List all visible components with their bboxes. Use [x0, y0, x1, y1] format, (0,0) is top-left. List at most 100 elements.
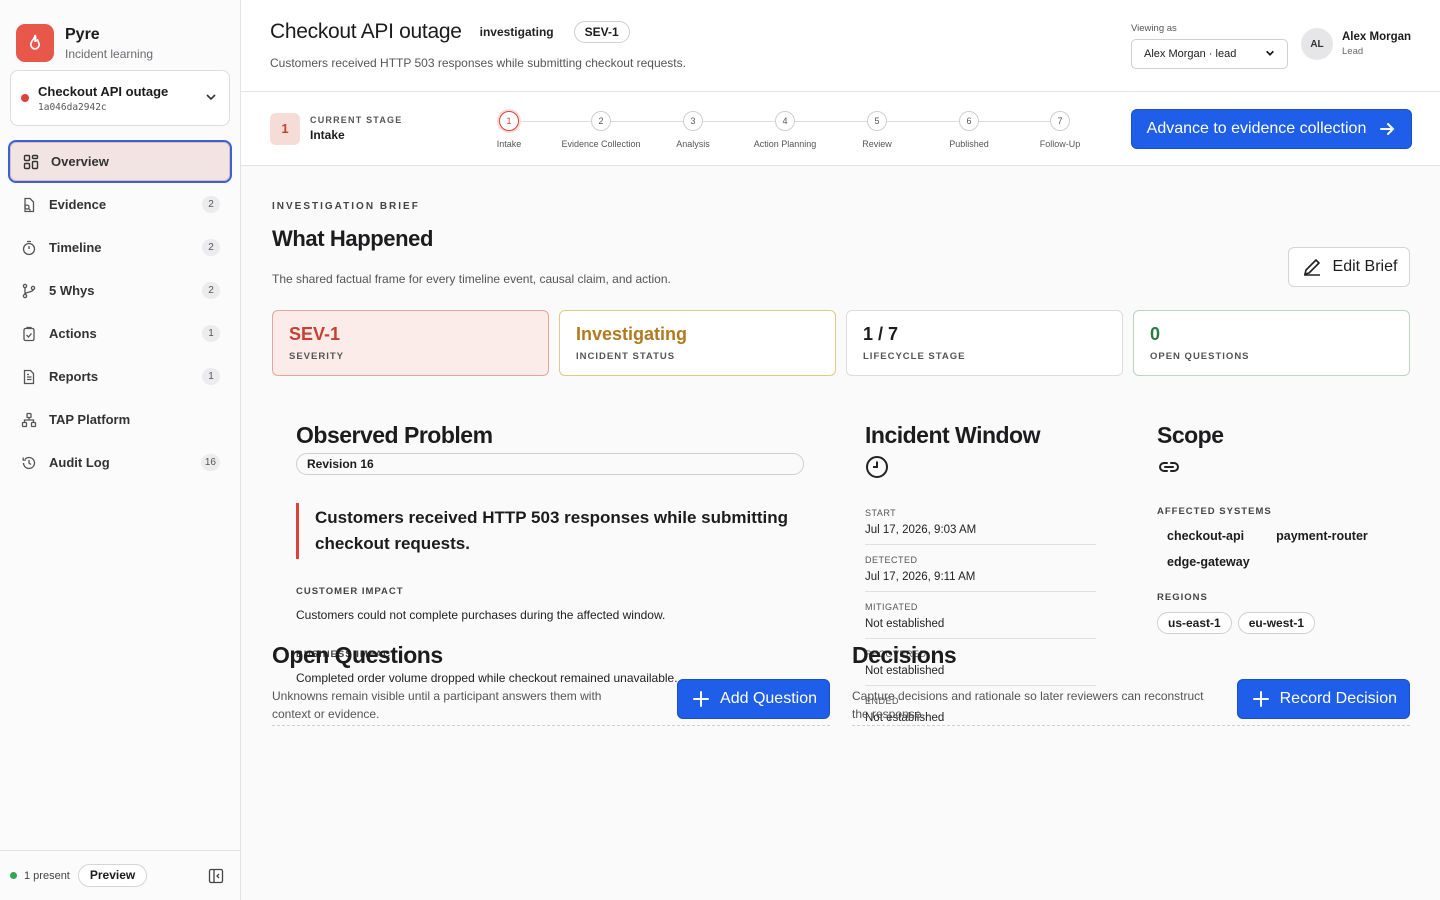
- branch-icon: [20, 282, 38, 300]
- user-name: Alex Morgan: [1342, 31, 1412, 43]
- presence-dot: [10, 872, 17, 879]
- step-label: Action Planning: [753, 139, 817, 149]
- window-row-mitigated: MITIGATED Not established: [865, 592, 1096, 639]
- incident-status-dot: [21, 94, 29, 102]
- customer-impact-label: CUSTOMER IMPACT: [296, 586, 404, 597]
- sidebar-item-audit-log[interactable]: Audit Log 16: [8, 441, 232, 484]
- sidebar-item-label: Audit Log: [49, 455, 110, 470]
- user-profile[interactable]: AL Alex Morgan Lead: [1301, 28, 1411, 60]
- scope-panel: Scope AFFECTED SYSTEMS checkout-api paym…: [1157, 422, 1397, 634]
- stat-value: 1 / 7: [863, 324, 899, 344]
- window-label: START: [865, 508, 897, 518]
- stage-number-badge: 1: [270, 113, 300, 145]
- stat-label: SEVERITY: [289, 351, 344, 362]
- window-value: Not established: [865, 618, 945, 630]
- step-circle: 5: [867, 111, 887, 131]
- sidebar-item-label: Reports: [49, 369, 99, 384]
- sidebar-item-label: Evidence: [49, 197, 107, 212]
- customer-impact-text: Customers could not complete purchases d…: [296, 608, 666, 622]
- step-intake[interactable]: 1 Intake: [464, 110, 554, 149]
- severity-card: SEV-1 SEVERITY: [272, 310, 549, 376]
- sidebar-item-reports[interactable]: Reports 1: [8, 355, 232, 398]
- link-icon: [1157, 455, 1397, 482]
- step-circle: 3: [683, 111, 703, 131]
- section-subtitle: Capture decisions and rationale so later…: [852, 689, 1204, 721]
- section-title: Open Questions: [272, 642, 443, 668]
- step-label: Follow-Up: [1039, 139, 1081, 149]
- lifecycle-stage-card: 1 / 7 LIFECYCLE STAGE: [846, 310, 1123, 376]
- affected-systems-label: AFFECTED SYSTEMS: [1157, 506, 1272, 517]
- brand-name: Pyre: [65, 25, 100, 43]
- avatar: AL: [1301, 28, 1333, 60]
- sidebar-item-label: 5 Whys: [49, 283, 95, 298]
- section-eyebrow: INVESTIGATION BRIEF: [272, 201, 420, 212]
- step-circle: 7: [1050, 111, 1070, 131]
- nav-count-badge: 2: [202, 196, 220, 213]
- flame-icon: [16, 24, 54, 62]
- add-question-button[interactable]: Add Question: [677, 679, 830, 719]
- chevron-down-icon: [205, 91, 217, 106]
- sidebar-item-timeline[interactable]: Timeline 2: [8, 226, 232, 269]
- sidebar-item-label: TAP Platform: [49, 412, 131, 427]
- stat-value: 0: [1150, 324, 1161, 344]
- stat-cards: SEV-1 SEVERITY Investigating INCIDENT ST…: [272, 310, 1410, 376]
- current-stage-label: CURRENT STAGE: [310, 115, 403, 125]
- timer-icon: [20, 239, 38, 257]
- step-review[interactable]: 5 Review: [832, 110, 922, 149]
- edit-brief-label: Edit Brief: [1332, 258, 1398, 275]
- problem-statement: Customers received HTTP 503 responses wh…: [296, 503, 804, 559]
- chevron-down-icon: [1265, 48, 1275, 61]
- step-action-planning[interactable]: 4 Action Planning: [740, 110, 830, 149]
- open-questions-card: 0 OPEN QUESTIONS: [1133, 310, 1410, 376]
- history-icon: [20, 454, 38, 472]
- nav-count-badge: 16: [200, 454, 220, 471]
- lifecycle-stepper: 1 Intake 2 Evidence Collection 3 Analysi…: [489, 110, 1089, 150]
- page-title: Checkout API outage: [270, 20, 462, 43]
- viewing-as-select[interactable]: Alex Morgan · lead: [1131, 39, 1288, 69]
- section-title: Decisions: [852, 642, 957, 668]
- preview-button[interactable]: Preview: [77, 864, 148, 887]
- edit-brief-button[interactable]: Edit Brief: [1288, 247, 1410, 287]
- nav-count-badge: 1: [202, 368, 220, 385]
- sidebar-item-label: Actions: [49, 326, 97, 341]
- advance-stage-button[interactable]: Advance to evidence collection: [1131, 109, 1412, 149]
- sidebar-item-actions[interactable]: Actions 1: [8, 312, 232, 355]
- viewing-as-value: Alex Morgan · lead: [1144, 48, 1237, 60]
- sidebar: Pyre Incident learning Checkout API outa…: [0, 0, 241, 900]
- sidebar-nav: Overview Evidence 2 Timeline 2 5 Whys 2 …: [0, 140, 240, 484]
- clipboard-check-icon: [20, 325, 38, 343]
- collapse-sidebar-icon[interactable]: [208, 868, 224, 887]
- record-decision-button[interactable]: Record Decision: [1236, 679, 1410, 719]
- step-circle: 4: [775, 111, 795, 131]
- sidebar-item-label: Overview: [51, 154, 109, 169]
- user-role: Lead: [1342, 46, 1364, 57]
- section-subtitle: Unknowns remain visible until a particip…: [272, 689, 602, 721]
- incident-picker[interactable]: Checkout API outage 1a046da2942c: [10, 70, 230, 126]
- sidebar-item-overview[interactable]: Overview: [8, 140, 232, 183]
- section-subtitle: The shared factual frame for every timel…: [272, 272, 671, 286]
- step-circle: 6: [959, 111, 979, 131]
- step-circle: 2: [591, 111, 611, 131]
- stage-bar: 1 CURRENT STAGE Intake 1 Intake 2 Eviden…: [241, 92, 1440, 166]
- sidebar-item-tap-platform[interactable]: TAP Platform: [8, 398, 232, 441]
- affected-systems-list: checkout-api payment-router edge-gateway: [1157, 526, 1397, 578]
- section-title: What Happened: [272, 226, 434, 251]
- nav-count-badge: 1: [202, 325, 220, 342]
- decisions-section: Decisions Capture decisions and rational…: [852, 642, 1410, 726]
- step-published[interactable]: 6 Published: [924, 110, 1014, 149]
- region-tag: eu-west-1: [1237, 612, 1316, 634]
- window-row-start: START Jul 17, 2026, 9:03 AM: [865, 498, 1096, 545]
- step-label: Evidence Collection: [561, 139, 641, 149]
- sidebar-footer: 1 present Preview: [0, 850, 240, 900]
- viewing-as-label: Viewing as: [1131, 23, 1177, 34]
- nav-count-badge: 2: [202, 282, 220, 299]
- step-analysis[interactable]: 3 Analysis: [648, 110, 738, 149]
- region-tag: us-east-1: [1157, 612, 1232, 634]
- step-follow-up[interactable]: 7 Follow-Up: [1015, 110, 1105, 149]
- step-evidence-collection[interactable]: 2 Evidence Collection: [556, 110, 646, 149]
- revision-badge: Revision 16: [296, 453, 804, 475]
- sidebar-item-5-whys[interactable]: 5 Whys 2: [8, 269, 232, 312]
- window-value: Jul 17, 2026, 9:11 AM: [865, 571, 976, 583]
- divider: [852, 725, 1410, 726]
- sidebar-item-evidence[interactable]: Evidence 2: [8, 183, 232, 226]
